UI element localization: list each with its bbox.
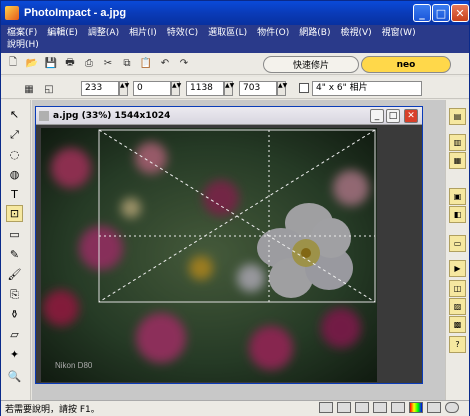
maximize-button[interactable]: □	[432, 4, 450, 22]
y-spinner[interactable]: ▲▼	[171, 81, 181, 96]
tool-panel: ↖ ⤢ ◌ ◍ T ⊡ ▭ ✎ 🖌 ⎘ ⚱ ▱ ✦ 🔍	[1, 100, 31, 400]
document-icon	[39, 110, 49, 121]
copy-icon[interactable]: ⧉	[119, 56, 135, 72]
status-icon-3[interactable]	[355, 402, 369, 413]
shape-tool-icon[interactable]: ▭	[6, 226, 23, 243]
bucket-tool-icon[interactable]: ◍	[6, 166, 23, 183]
retouch-tool-icon[interactable]: ✦	[6, 346, 23, 363]
document-panel-icon[interactable]: ▭	[449, 235, 466, 252]
menu-web[interactable]: 網路(B)	[299, 27, 330, 39]
x-field[interactable]: 233	[81, 81, 119, 96]
paint-tool-icon[interactable]: 🖌	[6, 266, 23, 283]
grid-icon[interactable]: ▦	[21, 81, 37, 97]
save-icon[interactable]: 💾	[43, 56, 59, 72]
neo-button[interactable]: neo	[361, 56, 451, 73]
new-icon[interactable]: 🗋	[5, 56, 21, 72]
easy-palette-icon[interactable]: ▤	[449, 108, 466, 125]
window-title: PhotoImpact - a.jpg	[24, 7, 127, 19]
close-button[interactable]: ✕	[451, 4, 469, 22]
undo-icon[interactable]: ↶	[157, 56, 173, 72]
zoom-tool-icon[interactable]: 🔍	[6, 368, 23, 385]
menu-effect[interactable]: 特效(C)	[167, 27, 198, 39]
width-field[interactable]: 1138	[186, 81, 224, 96]
layer-manager-icon[interactable]: ▥	[449, 134, 466, 151]
chart-panel-icon[interactable]: ▩	[449, 316, 466, 333]
width-spinner[interactable]: ▲▼	[224, 81, 234, 96]
status-icon-6[interactable]	[427, 402, 441, 413]
quick-fix-button[interactable]: 快速修片	[263, 56, 359, 73]
document-title: a.jpg (33%) 1544x1024	[53, 110, 171, 121]
scan-icon[interactable]: ⎙	[81, 56, 97, 72]
transform-tool-icon[interactable]: ⤢	[6, 126, 23, 143]
watermark-text: Nikon D80	[55, 361, 93, 370]
clone-tool-icon[interactable]: ⎘	[6, 286, 23, 303]
web-panel-icon[interactable]: ◫	[449, 280, 466, 297]
open-icon[interactable]: 📂	[24, 56, 40, 72]
menu-selection[interactable]: 選取區(L)	[208, 27, 247, 39]
menu-adjust[interactable]: 調整(A)	[88, 27, 119, 39]
status-text: 若需要說明，請按 F1。	[5, 405, 100, 415]
paste-icon[interactable]: 📋	[138, 56, 154, 72]
panel-manager: ▤ ▥ ▦ ▣ ◧ ▭ ▶ ◫ ▨ ▩ ?	[445, 100, 469, 400]
menu-photo[interactable]: 相片(I)	[129, 27, 157, 39]
print-icon[interactable]: 🖶	[62, 56, 78, 72]
crop-mode-icon[interactable]: ◱	[41, 81, 57, 97]
y-field[interactable]: 0	[133, 81, 171, 96]
help-panel-icon[interactable]: ?	[449, 336, 466, 353]
stamp-tool-icon[interactable]: ⚱	[6, 306, 23, 323]
status-icon-7[interactable]	[445, 402, 459, 413]
app-window: PhotoImpact - a.jpg _ □ ✕ 檔案(F) 編輯(E) 調整…	[0, 0, 470, 416]
preset-dropdown[interactable]: 4" x 6" 相片	[312, 81, 422, 96]
fixed-ratio-checkbox[interactable]	[299, 83, 309, 93]
text-tool-icon[interactable]: T	[6, 186, 23, 203]
object-panel-icon[interactable]: ▦	[449, 152, 466, 169]
cut-icon[interactable]: ✂	[100, 56, 116, 72]
menu-window[interactable]: 視窗(W)	[382, 27, 416, 39]
menu-object[interactable]: 物件(O)	[257, 27, 289, 39]
redo-icon[interactable]: ↷	[176, 56, 192, 72]
title-bar: PhotoImpact - a.jpg	[1, 1, 469, 25]
minimize-button[interactable]: _	[413, 4, 431, 22]
path-tool-icon[interactable]: ✎	[6, 246, 23, 263]
play-panel-icon[interactable]: ▶	[449, 260, 466, 277]
color-icon[interactable]	[409, 402, 423, 413]
eraser-tool-icon[interactable]: ▱	[6, 326, 23, 343]
quick-command-icon[interactable]: ▣	[449, 188, 466, 205]
menu-file[interactable]: 檔案(F)	[7, 27, 37, 39]
history-panel-icon[interactable]: ◧	[449, 206, 466, 223]
crop-tool-icon[interactable]: ⊡	[6, 205, 23, 222]
photo-canvas[interactable]: Nikon D80	[41, 128, 377, 382]
status-icon-4[interactable]	[373, 402, 387, 413]
pick-tool-icon[interactable]: ↖	[6, 106, 23, 123]
selection-tool-icon[interactable]: ◌	[6, 146, 23, 163]
menu-bar: 檔案(F) 編輯(E) 調整(A) 相片(I) 特效(C) 選取區(L) 物件(…	[1, 25, 469, 53]
menu-help[interactable]: 說明(H)	[7, 39, 39, 51]
document-title-bar: a.jpg (33%) 1544x1024	[36, 107, 422, 125]
x-spinner[interactable]: ▲▼	[119, 81, 129, 96]
doc-close-button[interactable]: ✕	[404, 109, 418, 123]
height-spinner[interactable]: ▲▼	[277, 81, 287, 96]
status-icon-1[interactable]	[319, 402, 333, 413]
status-icon-5[interactable]	[391, 402, 405, 413]
status-icon-2[interactable]	[337, 402, 351, 413]
height-field[interactable]: 703	[239, 81, 277, 96]
flower-photo: Nikon D80	[41, 128, 377, 382]
doc-maximize-button[interactable]: □	[386, 109, 400, 123]
photoimpact-app-icon	[5, 6, 19, 20]
doc-minimize-button[interactable]: _	[370, 109, 384, 123]
menu-edit[interactable]: 編輯(E)	[47, 27, 78, 39]
image-panel-icon[interactable]: ▨	[449, 298, 466, 315]
menu-view[interactable]: 檢視(V)	[340, 27, 371, 39]
